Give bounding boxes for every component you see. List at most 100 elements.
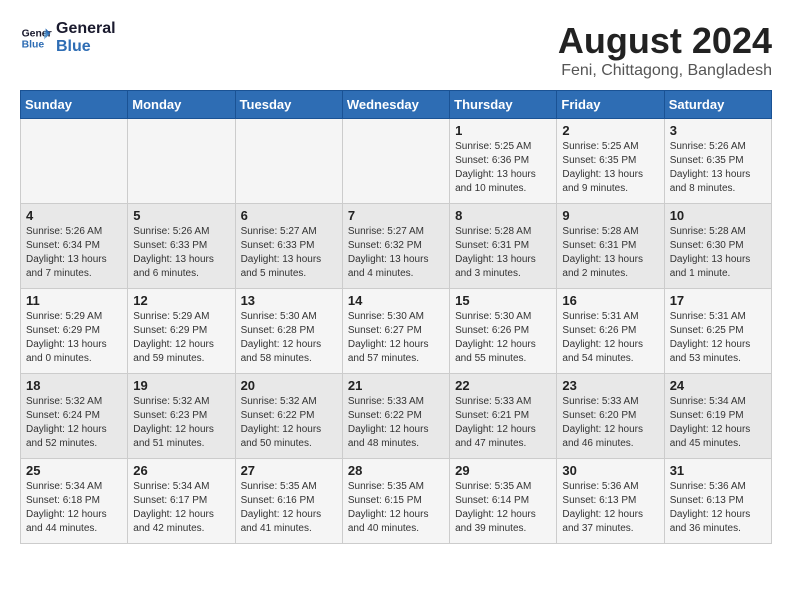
day-number: 5: [133, 208, 229, 223]
calendar-cell: 28 Sunrise: 5:35 AM Sunset: 6:15 PM Dayli…: [342, 459, 449, 544]
calendar-cell: 20 Sunrise: 5:32 AM Sunset: 6:22 PM Dayli…: [235, 374, 342, 459]
day-info: Sunrise: 5:28 AM Sunset: 6:31 PM Dayligh…: [455, 225, 551, 281]
day-number: 26: [133, 463, 229, 478]
calendar-cell: 23 Sunrise: 5:33 AM Sunset: 6:20 PM Dayli…: [557, 374, 664, 459]
day-number: 15: [455, 293, 551, 308]
page-header: General Blue General Blue August 2024 Fe…: [20, 20, 772, 80]
day-number: 28: [348, 463, 444, 478]
day-number: 7: [348, 208, 444, 223]
day-info: Sunrise: 5:36 AM Sunset: 6:13 PM Dayligh…: [670, 480, 766, 536]
day-info: Sunrise: 5:25 AM Sunset: 6:36 PM Dayligh…: [455, 140, 551, 196]
calendar-cell: 31Sunrise: 5:36 AM Sunset: 6:13 PM Dayli…: [664, 459, 771, 544]
calendar-cell: 17 Sunrise: 5:31 AM Sunset: 6:25 PM Dayli…: [664, 289, 771, 374]
day-number: 24: [670, 378, 766, 393]
week-row-1: 1 Sunrise: 5:25 AM Sunset: 6:36 PM Daylig…: [21, 119, 772, 204]
day-number: 25: [26, 463, 122, 478]
day-info: Sunrise: 5:31 AM Sunset: 6:25 PM Dayligh…: [670, 310, 766, 366]
day-info: Sunrise: 5:28 AM Sunset: 6:30 PM Dayligh…: [670, 225, 766, 281]
week-row-4: 18 Sunrise: 5:32 AM Sunset: 6:24 PM Dayli…: [21, 374, 772, 459]
calendar-cell: 16 Sunrise: 5:31 AM Sunset: 6:26 PM Dayli…: [557, 289, 664, 374]
day-info: Sunrise: 5:34 AM Sunset: 6:19 PM Dayligh…: [670, 395, 766, 451]
day-number: 10: [670, 208, 766, 223]
calendar-cell: 10 Sunrise: 5:28 AM Sunset: 6:30 PM Dayli…: [664, 204, 771, 289]
day-info: Sunrise: 5:35 AM Sunset: 6:15 PM Dayligh…: [348, 480, 444, 536]
calendar-cell: 26Sunrise: 5:34 AM Sunset: 6:17 PM Dayli…: [128, 459, 235, 544]
calendar-cell: 5 Sunrise: 5:26 AM Sunset: 6:33 PM Daylig…: [128, 204, 235, 289]
day-number: 21: [348, 378, 444, 393]
calendar-cell: 18 Sunrise: 5:32 AM Sunset: 6:24 PM Dayli…: [21, 374, 128, 459]
day-number: 16: [562, 293, 658, 308]
day-number: 14: [348, 293, 444, 308]
calendar-cell: 2 Sunrise: 5:25 AM Sunset: 6:35 PM Daylig…: [557, 119, 664, 204]
calendar-cell: [342, 119, 449, 204]
day-info: Sunrise: 5:33 AM Sunset: 6:20 PM Dayligh…: [562, 395, 658, 451]
calendar-cell: 29 Sunrise: 5:35 AM Sunset: 6:14 PM Dayli…: [450, 459, 557, 544]
calendar-cell: 4Sunrise: 5:26 AM Sunset: 6:34 PM Daylig…: [21, 204, 128, 289]
day-info: Sunrise: 5:29 AM Sunset: 6:29 PM Dayligh…: [26, 310, 122, 366]
day-number: 23: [562, 378, 658, 393]
week-row-3: 11Sunrise: 5:29 AM Sunset: 6:29 PM Dayli…: [21, 289, 772, 374]
week-row-2: 4Sunrise: 5:26 AM Sunset: 6:34 PM Daylig…: [21, 204, 772, 289]
day-number: 30: [562, 463, 658, 478]
day-info: Sunrise: 5:26 AM Sunset: 6:33 PM Dayligh…: [133, 225, 229, 281]
day-info: Sunrise: 5:32 AM Sunset: 6:24 PM Dayligh…: [26, 395, 122, 451]
calendar-cell: 13Sunrise: 5:30 AM Sunset: 6:28 PM Dayli…: [235, 289, 342, 374]
calendar-cell: 7 Sunrise: 5:27 AM Sunset: 6:32 PM Daylig…: [342, 204, 449, 289]
day-number: 19: [133, 378, 229, 393]
weekday-saturday: Saturday: [664, 91, 771, 119]
day-number: 1: [455, 123, 551, 138]
calendar-cell: [21, 119, 128, 204]
calendar-table: SundayMondayTuesdayWednesdayThursdayFrid…: [20, 90, 772, 544]
calendar-cell: 25 Sunrise: 5:34 AM Sunset: 6:18 PM Dayli…: [21, 459, 128, 544]
calendar-cell: 11Sunrise: 5:29 AM Sunset: 6:29 PM Dayli…: [21, 289, 128, 374]
calendar-cell: 27Sunrise: 5:35 AM Sunset: 6:16 PM Dayli…: [235, 459, 342, 544]
day-info: Sunrise: 5:35 AM Sunset: 6:14 PM Dayligh…: [455, 480, 551, 536]
day-info: Sunrise: 5:25 AM Sunset: 6:35 PM Dayligh…: [562, 140, 658, 196]
day-number: 2: [562, 123, 658, 138]
title-section: August 2024 Feni, Chittagong, Bangladesh: [558, 20, 772, 80]
weekday-monday: Monday: [128, 91, 235, 119]
day-info: Sunrise: 5:34 AM Sunset: 6:18 PM Dayligh…: [26, 480, 122, 536]
day-number: 12: [133, 293, 229, 308]
calendar-cell: 21 Sunrise: 5:33 AM Sunset: 6:22 PM Dayli…: [342, 374, 449, 459]
calendar-cell: 30Sunrise: 5:36 AM Sunset: 6:13 PM Dayli…: [557, 459, 664, 544]
day-info: Sunrise: 5:29 AM Sunset: 6:29 PM Dayligh…: [133, 310, 229, 366]
day-number: 22: [455, 378, 551, 393]
day-info: Sunrise: 5:31 AM Sunset: 6:26 PM Dayligh…: [562, 310, 658, 366]
calendar-title: August 2024: [558, 20, 772, 62]
calendar-subtitle: Feni, Chittagong, Bangladesh: [558, 62, 772, 80]
calendar-cell: 1 Sunrise: 5:25 AM Sunset: 6:36 PM Daylig…: [450, 119, 557, 204]
day-info: Sunrise: 5:27 AM Sunset: 6:33 PM Dayligh…: [241, 225, 337, 281]
day-number: 3: [670, 123, 766, 138]
calendar-cell: 9 Sunrise: 5:28 AM Sunset: 6:31 PM Daylig…: [557, 204, 664, 289]
weekday-header-row: SundayMondayTuesdayWednesdayThursdayFrid…: [21, 91, 772, 119]
calendar-cell: 6 Sunrise: 5:27 AM Sunset: 6:33 PM Daylig…: [235, 204, 342, 289]
day-number: 9: [562, 208, 658, 223]
weekday-friday: Friday: [557, 91, 664, 119]
day-info: Sunrise: 5:27 AM Sunset: 6:32 PM Dayligh…: [348, 225, 444, 281]
weekday-wednesday: Wednesday: [342, 91, 449, 119]
calendar-cell: [235, 119, 342, 204]
day-number: 4: [26, 208, 122, 223]
day-number: 29: [455, 463, 551, 478]
day-info: Sunrise: 5:26 AM Sunset: 6:35 PM Dayligh…: [670, 140, 766, 196]
calendar-cell: 12 Sunrise: 5:29 AM Sunset: 6:29 PM Dayli…: [128, 289, 235, 374]
day-number: 17: [670, 293, 766, 308]
svg-text:Blue: Blue: [22, 39, 45, 50]
day-number: 20: [241, 378, 337, 393]
day-info: Sunrise: 5:28 AM Sunset: 6:31 PM Dayligh…: [562, 225, 658, 281]
week-row-5: 25 Sunrise: 5:34 AM Sunset: 6:18 PM Dayli…: [21, 459, 772, 544]
weekday-tuesday: Tuesday: [235, 91, 342, 119]
day-number: 13: [241, 293, 337, 308]
day-number: 6: [241, 208, 337, 223]
logo-line2: Blue: [56, 38, 116, 56]
logo-line1: General: [56, 20, 116, 38]
calendar-cell: 24 Sunrise: 5:34 AM Sunset: 6:19 PM Dayli…: [664, 374, 771, 459]
day-info: Sunrise: 5:33 AM Sunset: 6:22 PM Dayligh…: [348, 395, 444, 451]
day-info: Sunrise: 5:30 AM Sunset: 6:27 PM Dayligh…: [348, 310, 444, 366]
day-number: 18: [26, 378, 122, 393]
day-info: Sunrise: 5:32 AM Sunset: 6:23 PM Dayligh…: [133, 395, 229, 451]
day-number: 8: [455, 208, 551, 223]
logo: General Blue General Blue: [20, 20, 116, 55]
day-info: Sunrise: 5:32 AM Sunset: 6:22 PM Dayligh…: [241, 395, 337, 451]
